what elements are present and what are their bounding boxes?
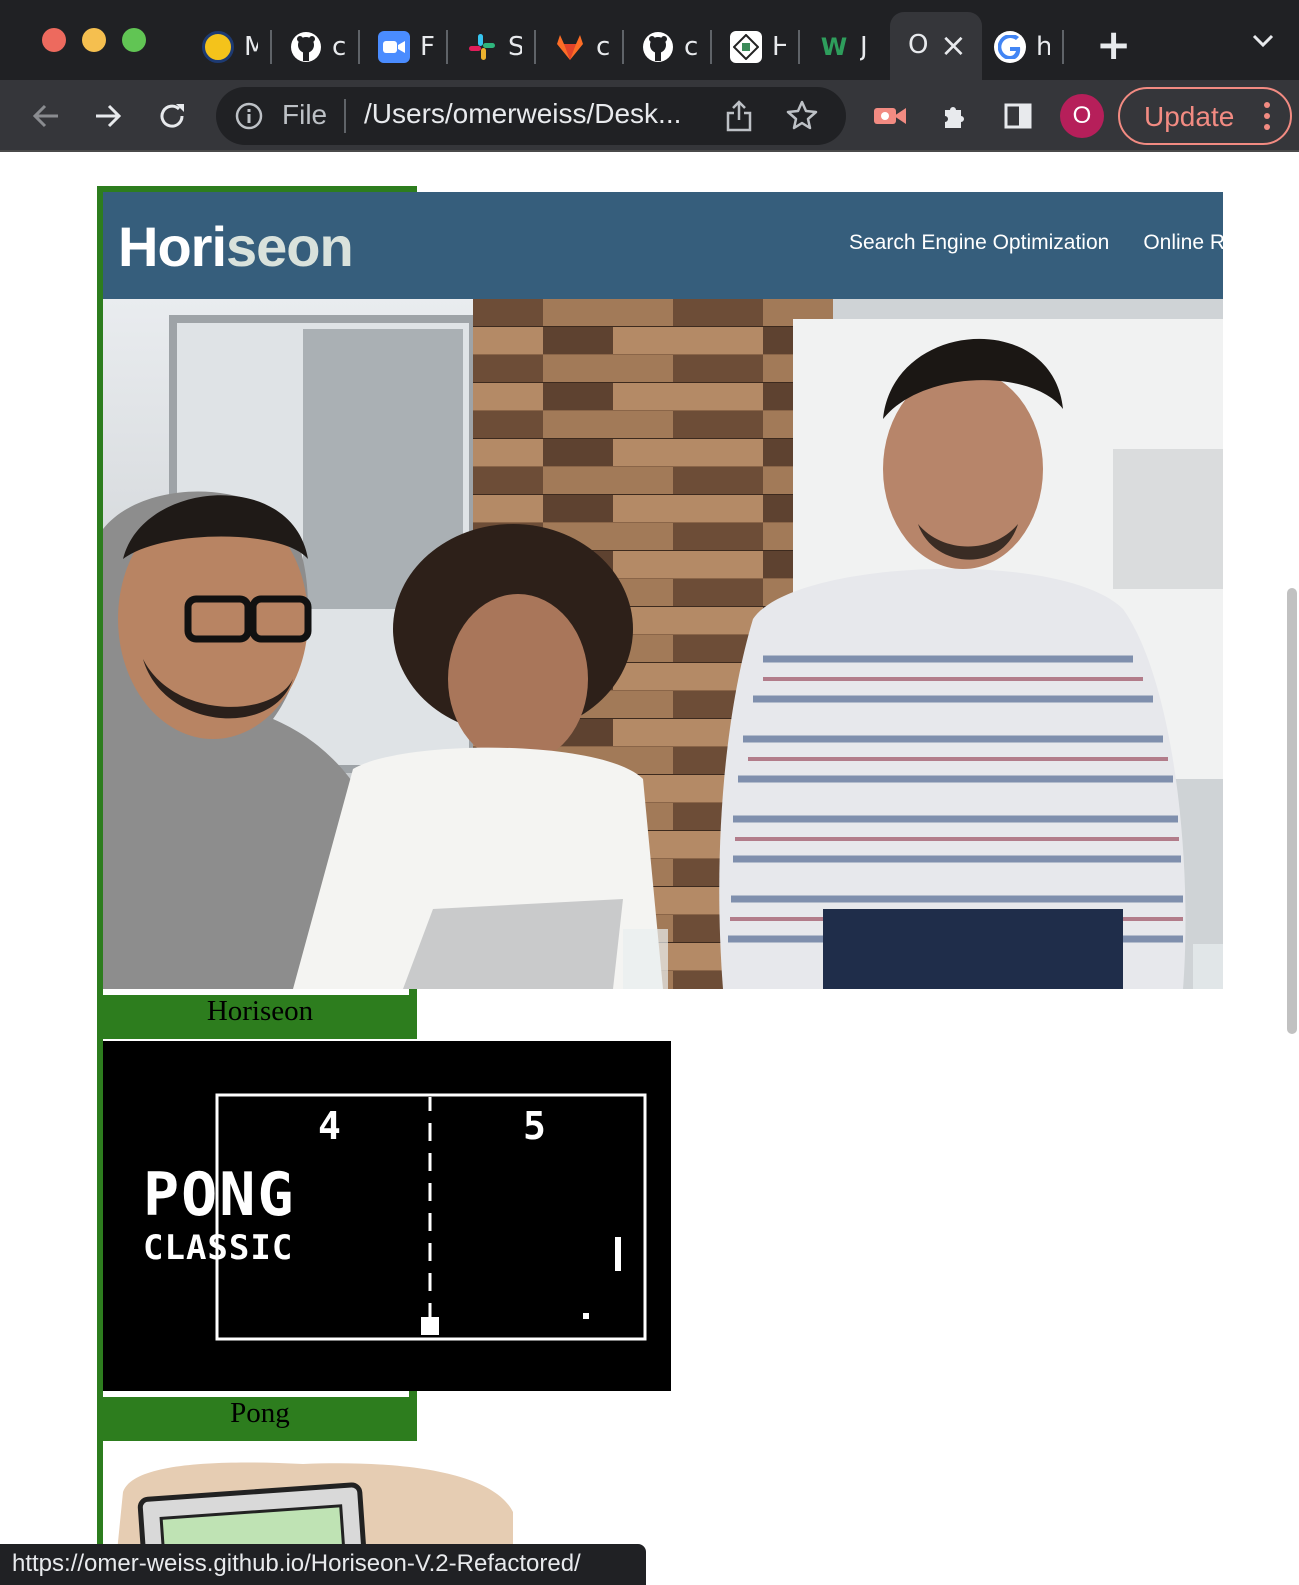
- update-button[interactable]: Update: [1118, 87, 1292, 145]
- tab-zoom[interactable]: F: [378, 24, 434, 70]
- forward-arrow-icon[interactable]: [88, 96, 128, 136]
- profile-initial: O: [1072, 102, 1092, 129]
- tab-gitlab[interactable]: c: [554, 24, 610, 70]
- tab-bootcamp[interactable]: H: [730, 24, 786, 70]
- github-icon: [642, 31, 674, 63]
- tab-w3schools[interactable]: W J: [818, 24, 874, 70]
- tab-separator: [1062, 30, 1064, 64]
- tab-title: c: [684, 32, 698, 62]
- tab-separator: [446, 30, 448, 64]
- tab-active[interactable]: O ×: [890, 12, 982, 80]
- horiseon-nav: Search Engine Optimization Online R: [849, 231, 1223, 255]
- tab-separator: [358, 30, 360, 64]
- tab-uc-berkeley[interactable]: M: [202, 24, 258, 70]
- pong-title: PONG: [143, 1160, 296, 1230]
- bootcamp-icon: [730, 31, 762, 63]
- slack-icon: [466, 31, 498, 63]
- tab-google[interactable]: h: [994, 24, 1050, 70]
- window-zoom-button[interactable]: [122, 28, 146, 52]
- project-caption-bar: Pong: [103, 1391, 417, 1441]
- page-viewport: Horiseon Search Engine Optimization Onlin…: [0, 152, 1299, 1585]
- tab-close-icon[interactable]: ×: [940, 26, 967, 64]
- scrollbar-thumb[interactable]: [1287, 588, 1297, 1034]
- tab-search-chevron-icon[interactable]: [1250, 30, 1276, 55]
- zoom-icon: [378, 31, 410, 63]
- w3schools-icon: W: [820, 33, 848, 61]
- tab-title: c: [596, 32, 610, 62]
- address-separator: [344, 99, 346, 133]
- address-bar[interactable]: File /Users/omerweiss/Desk...: [216, 87, 846, 145]
- project-caption-horiseon[interactable]: Horiseon: [103, 995, 417, 1028]
- tab-title: F: [420, 32, 434, 62]
- project-caption-bar: Horiseon: [103, 989, 417, 1039]
- bookmark-star-icon[interactable]: [786, 99, 818, 136]
- horiseon-logo: Horiseon: [118, 215, 354, 278]
- horiseon-hero-photo[interactable]: [103, 299, 1223, 989]
- pong-score-left: 4: [318, 1104, 341, 1148]
- tab-separator: [798, 30, 800, 64]
- horiseon-header: Horiseon Search Engine Optimization Onlin…: [103, 192, 1223, 299]
- extensions-puzzle-icon[interactable]: [934, 96, 974, 136]
- address-url[interactable]: /Users/omerweiss/Desk...: [364, 98, 704, 130]
- link-status-bubble: https://omer-weiss.github.io/Horiseon-V.…: [0, 1544, 646, 1585]
- pong-screenshot[interactable]: 4 5 PONG CLASSIC: [103, 1041, 671, 1391]
- update-label: Update: [1144, 101, 1235, 132]
- nav-item-online-reputation: Online R: [1143, 231, 1223, 254]
- profile-avatar[interactable]: O: [1060, 94, 1104, 138]
- tab-title: c: [332, 32, 346, 62]
- tab-slack[interactable]: S: [466, 24, 522, 70]
- google-icon: [994, 31, 1026, 63]
- share-icon[interactable]: [724, 99, 754, 138]
- site-info-icon[interactable]: [234, 101, 264, 136]
- pong-score-right: 5: [523, 1104, 546, 1148]
- tab-strip: M c F S c c H W J O × h +: [0, 0, 1299, 80]
- tab-separator: [622, 30, 624, 64]
- address-scheme-label: File: [282, 99, 328, 130]
- gitlab-icon: [554, 31, 586, 63]
- tab-github-2[interactable]: c: [642, 24, 698, 70]
- tab-separator: [270, 30, 272, 64]
- tab-separator: [710, 30, 712, 64]
- back-arrow-icon[interactable]: [26, 96, 66, 136]
- uc-berkeley-icon: [202, 31, 234, 63]
- screen-recorder-extension-icon[interactable]: [870, 96, 910, 136]
- window-minimize-button[interactable]: [82, 28, 106, 52]
- tab-github-1[interactable]: c: [290, 24, 346, 70]
- more-menu-icon[interactable]: [1262, 99, 1272, 138]
- window-close-button[interactable]: [42, 28, 66, 52]
- new-tab-button[interactable]: +: [1096, 20, 1131, 69]
- side-panel-icon[interactable]: [998, 96, 1038, 136]
- tab-title: h: [1036, 32, 1050, 62]
- pong-subtitle: CLASSIC: [143, 1228, 293, 1268]
- reload-icon[interactable]: [152, 96, 192, 136]
- github-icon: [290, 31, 322, 63]
- project-caption-pong[interactable]: Pong: [103, 1397, 417, 1430]
- tab-title: H: [772, 32, 786, 62]
- tab-title: J: [860, 32, 868, 62]
- tab-title: M: [244, 32, 258, 62]
- tab-title: O: [908, 30, 929, 60]
- browser-toolbar: File /Users/omerweiss/Desk... O Update: [0, 80, 1299, 152]
- tab-title: S: [508, 32, 522, 62]
- tab-separator: [534, 30, 536, 64]
- nav-item-seo: Search Engine Optimization: [849, 231, 1110, 254]
